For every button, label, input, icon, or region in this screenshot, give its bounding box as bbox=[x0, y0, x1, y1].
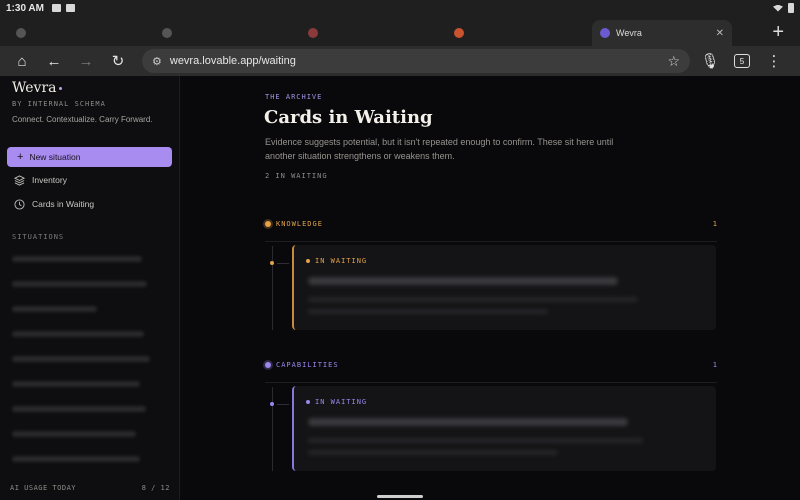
clock-icon bbox=[13, 198, 25, 210]
brand-name: Wevra bbox=[12, 80, 57, 96]
situation-item[interactable] bbox=[12, 306, 97, 312]
bookmark-star-icon[interactable]: ☆ bbox=[667, 53, 680, 70]
main-content: THE ARCHIVE Cards in Waiting Evidence su… bbox=[181, 76, 800, 500]
new-tab-icon[interactable]: + bbox=[772, 22, 784, 42]
situation-item[interactable] bbox=[12, 256, 142, 262]
page-eyebrow: THE ARCHIVE bbox=[265, 93, 323, 101]
group-bullet-icon bbox=[265, 362, 271, 368]
timeline-rail bbox=[272, 387, 273, 471]
situation-item[interactable] bbox=[12, 381, 140, 387]
browser-tab[interactable] bbox=[154, 20, 294, 46]
situation-item[interactable] bbox=[12, 356, 150, 362]
forward-icon[interactable]: → bbox=[72, 49, 100, 73]
situation-item[interactable] bbox=[12, 331, 144, 337]
timeline-node-icon bbox=[270, 402, 274, 406]
microphone-icon[interactable]: 🎙 bbox=[696, 49, 724, 73]
brand-logo[interactable]: Wevra bbox=[12, 80, 63, 96]
group-bullet-icon bbox=[265, 221, 271, 227]
card-title-redacted bbox=[308, 418, 628, 426]
waiting-card-knowledge[interactable]: IN WAITING bbox=[292, 245, 716, 330]
card-status-label: IN WAITING bbox=[315, 257, 368, 265]
tab-title: Wevra bbox=[616, 28, 642, 38]
ai-usage-value: 8 / 12 bbox=[141, 484, 170, 492]
sidebar-item-inventory[interactable]: Inventory bbox=[7, 170, 172, 190]
plus-icon: + bbox=[17, 151, 24, 163]
page-title: Cards in Waiting bbox=[264, 107, 433, 128]
timeline-connector bbox=[277, 404, 289, 405]
card-text-redacted bbox=[308, 309, 548, 314]
browser-tab-strip: Wevra ✕ + bbox=[0, 16, 800, 46]
status-dot-icon bbox=[306, 259, 310, 263]
close-tab-icon[interactable]: ✕ bbox=[716, 28, 724, 39]
ai-usage: AI USAGE TODAY 8 / 12 bbox=[10, 484, 170, 492]
tab-favicon-icon bbox=[308, 28, 318, 38]
address-bar[interactable]: ⚙ wevra.lovable.app/waiting ☆ bbox=[142, 49, 690, 73]
group-label: KNOWLEDGE bbox=[276, 220, 323, 228]
new-situation-label: New situation bbox=[29, 152, 81, 162]
group-header-knowledge: KNOWLEDGE 1 bbox=[265, 217, 717, 242]
ai-usage-label: AI USAGE TODAY bbox=[10, 484, 77, 492]
situation-item[interactable] bbox=[12, 281, 147, 287]
browser-tab[interactable] bbox=[300, 20, 440, 46]
status-bar: 1:30 AM bbox=[0, 0, 800, 16]
timeline-connector bbox=[277, 263, 289, 264]
group-label: CAPABILITIES bbox=[276, 361, 339, 369]
layers-icon bbox=[13, 174, 25, 186]
battery-icon bbox=[788, 3, 794, 13]
reload-icon[interactable]: ↻ bbox=[104, 49, 132, 73]
home-icon[interactable]: ⌂ bbox=[8, 49, 36, 73]
tab-favicon-icon bbox=[600, 28, 610, 38]
situation-item[interactable] bbox=[12, 431, 136, 437]
status-time: 1:30 AM bbox=[6, 2, 44, 14]
sidebar-item-label: Cards in Waiting bbox=[32, 199, 95, 209]
brand-subtitle: BY INTERNAL SCHEMA bbox=[12, 100, 106, 108]
situation-item[interactable] bbox=[12, 406, 146, 412]
situation-item[interactable] bbox=[12, 456, 140, 462]
waiting-card-capabilities[interactable]: IN WAITING bbox=[292, 386, 716, 471]
card-text-redacted bbox=[308, 297, 638, 302]
back-icon[interactable]: ← bbox=[40, 49, 68, 73]
page-description: Evidence suggests potential, but it isn'… bbox=[265, 137, 614, 161]
new-situation-button[interactable]: + New situation bbox=[7, 147, 172, 167]
card-title-redacted bbox=[308, 277, 618, 285]
wifi-icon bbox=[773, 4, 783, 12]
brand-dot-icon bbox=[59, 86, 63, 90]
browser-tab[interactable] bbox=[446, 20, 586, 46]
sidebar-item-cards-in-waiting[interactable]: Cards in Waiting bbox=[7, 194, 172, 214]
card-status-label: IN WAITING bbox=[315, 398, 368, 406]
situations-heading: SITUATIONS bbox=[12, 233, 65, 241]
timeline-rail bbox=[272, 246, 273, 330]
gmail-notification-icon bbox=[65, 4, 75, 12]
tab-favicon-icon bbox=[162, 28, 172, 38]
image-notification-icon bbox=[51, 4, 61, 12]
browser-tab[interactable] bbox=[8, 20, 148, 46]
browser-toolbar: ⌂ ← → ↻ ⚙ wevra.lovable.app/waiting ☆ 🎙 … bbox=[0, 46, 800, 76]
brand-tagline: Connect. Contextualize. Carry Forward. bbox=[12, 115, 153, 124]
card-status: IN WAITING bbox=[306, 257, 367, 265]
tab-switcher-button[interactable]: 5 bbox=[728, 49, 756, 73]
status-dot-icon bbox=[306, 400, 310, 404]
timeline-node-icon bbox=[270, 261, 274, 265]
more-menu-icon[interactable]: ⋮ bbox=[760, 49, 788, 73]
tab-favicon-icon bbox=[16, 28, 26, 38]
waiting-count: 2 IN WAITING bbox=[265, 172, 328, 180]
group-header-capabilities: CAPABILITIES 1 bbox=[265, 358, 717, 383]
site-settings-icon[interactable]: ⚙ bbox=[152, 55, 162, 68]
card-status: IN WAITING bbox=[306, 398, 367, 406]
group-count: 1 bbox=[712, 361, 717, 369]
gesture-home-bar[interactable] bbox=[377, 495, 423, 498]
sidebar-item-label: Inventory bbox=[32, 175, 67, 185]
sidebar: Wevra BY INTERNAL SCHEMA Connect. Contex… bbox=[0, 76, 180, 500]
tab-favicon-icon bbox=[454, 28, 464, 38]
card-text-redacted bbox=[308, 438, 643, 443]
group-count: 1 bbox=[712, 220, 717, 228]
address-url[interactable]: wevra.lovable.app/waiting bbox=[170, 55, 296, 67]
browser-tab-active[interactable]: Wevra ✕ bbox=[592, 20, 732, 46]
tab-count: 5 bbox=[734, 54, 750, 68]
card-text-redacted bbox=[308, 450, 558, 455]
